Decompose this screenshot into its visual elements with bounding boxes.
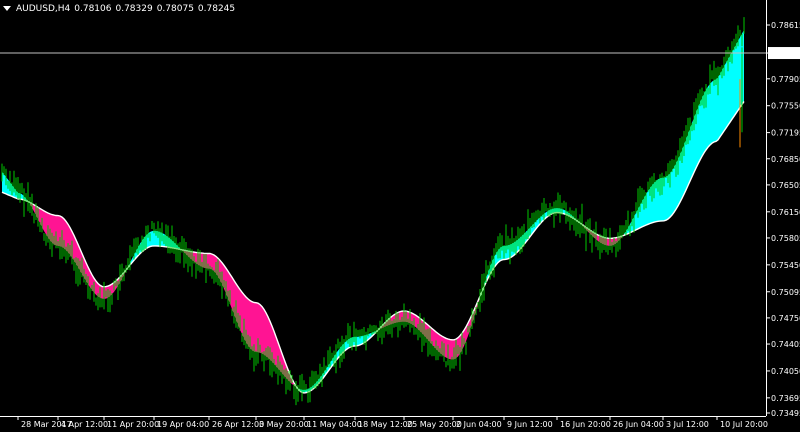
price-chart[interactable]: 0.78615 0.78245 0.77905 0.77550 0.77195 0.768… — [0, 0, 800, 432]
time-tick-label: 16 Jun 20:00 — [560, 420, 611, 429]
price-tick-label: 0.75805 — [771, 234, 800, 243]
time-tick-label: 18 May 12:00 — [358, 420, 413, 429]
time-tick-label: 9 Jun 12:00 — [507, 420, 553, 429]
time-tick-label: 26 Jun 04:00 — [613, 420, 664, 429]
ma-line — [1, 101, 745, 394]
price-tick-label: 0.77550 — [771, 102, 800, 111]
band-down-segment — [30, 202, 128, 299]
time-tick-label: 11 May 04:00 — [307, 420, 362, 429]
price-tick-label: 0.75095 — [771, 288, 800, 297]
price-tick-label: 0.74050 — [771, 367, 800, 376]
time-tick-label: 10 Jul 20:00 — [720, 420, 768, 429]
price-tick-label: 0.76505 — [771, 181, 800, 190]
time-tick-label: 19 Apr 04:00 — [157, 420, 209, 429]
price-tick-label: 0.74405 — [771, 340, 800, 349]
time-tick-label: 11 Apr 20:00 — [107, 420, 159, 429]
price-tick-label: 0.77905 — [771, 75, 800, 84]
price-tick-label: 0.77195 — [771, 129, 800, 138]
price-tick-label: 0.76850 — [771, 155, 800, 164]
time-tick-label: 3 May 20:00 — [259, 420, 309, 429]
time-tick-label: 3 Jul 12:00 — [666, 420, 709, 429]
price-tick-label: 0.73495 — [771, 409, 800, 418]
chart-window[interactable]: AUDUSD,H4 0.78106 0.78329 0.78075 0.7824… — [0, 0, 800, 432]
band-up-segment — [482, 208, 580, 292]
time-tick-label: 26 Apr 12:00 — [212, 420, 264, 429]
price-tick-label: 0.75450 — [771, 261, 800, 270]
time-tick-label: 2 Jun 04:00 — [456, 420, 502, 429]
current-price-label: 0.78245 — [770, 49, 800, 58]
price-tick-label: 0.73695 — [771, 394, 800, 403]
price-tick-label: 0.74750 — [771, 314, 800, 323]
price-tick-label: 0.78615 — [771, 21, 800, 30]
time-tick-label: 4 Apr 12:00 — [61, 420, 108, 429]
price-tick-label: 0.76150 — [771, 208, 800, 217]
time-tick-label: 25 May 20:00 — [407, 420, 462, 429]
